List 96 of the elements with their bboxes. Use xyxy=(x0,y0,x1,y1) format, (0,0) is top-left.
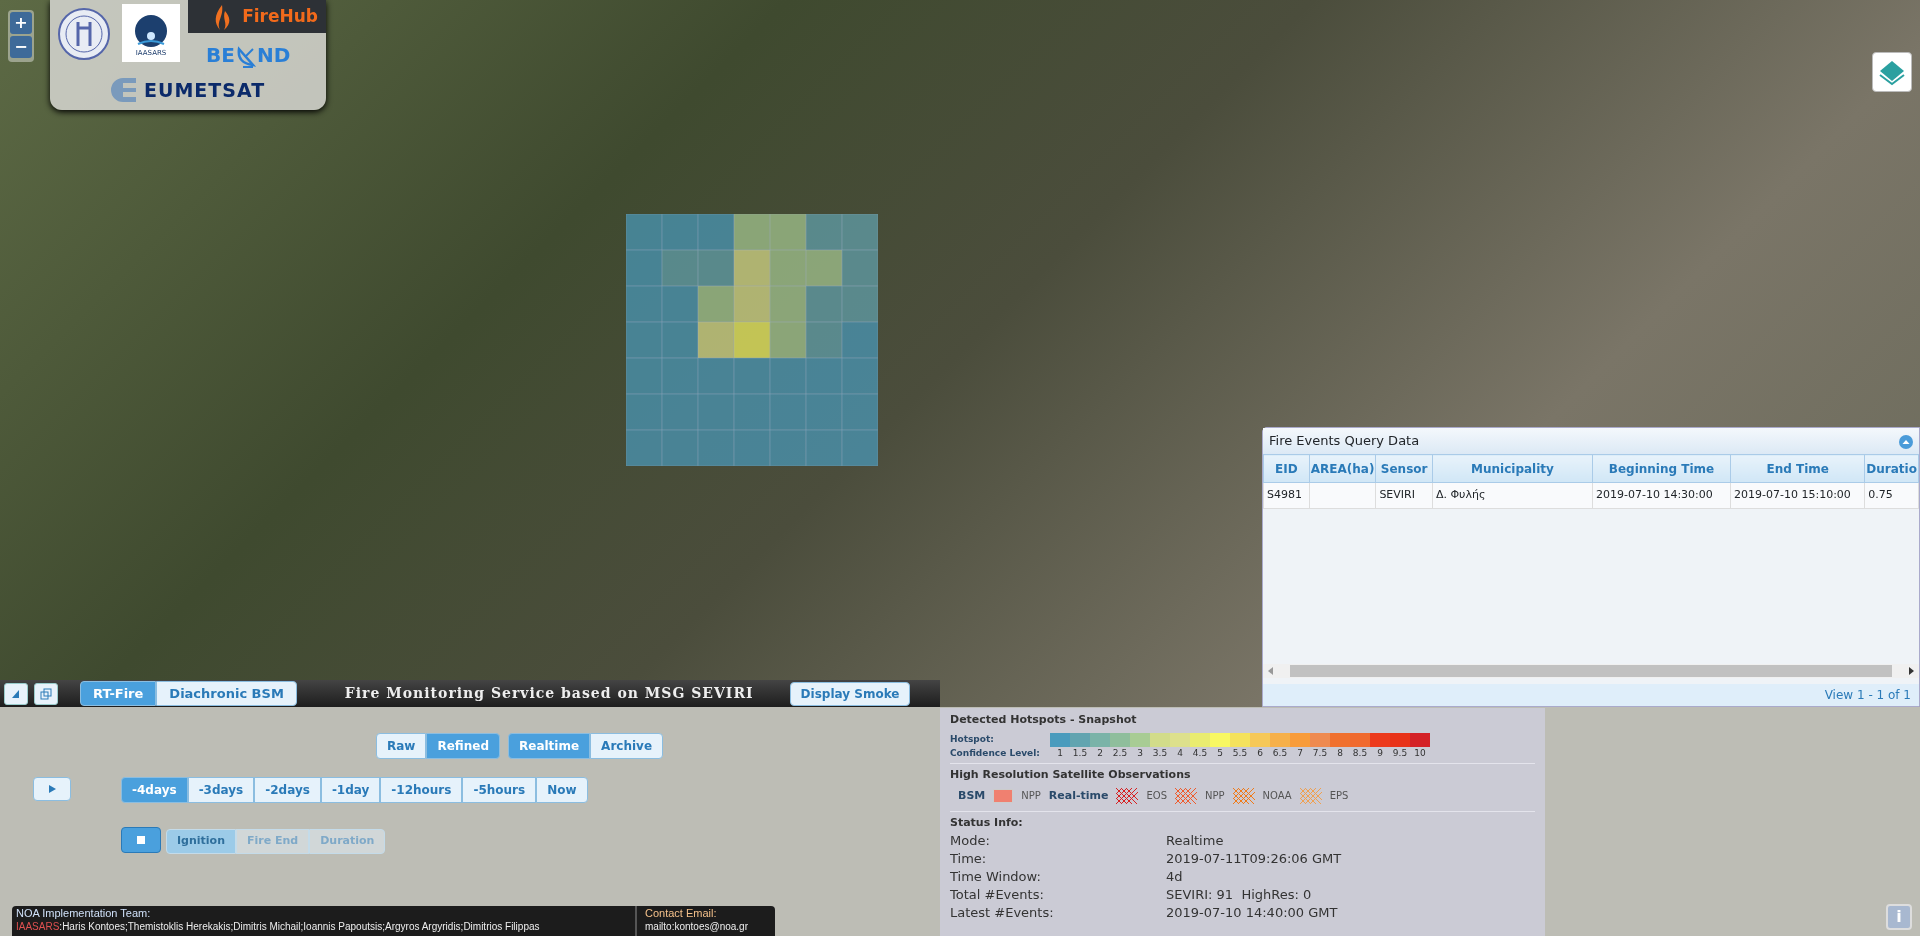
team-members: IAASARS:Haris Kontoes;Themistoklis Herekakis;Dimitris Michail;Ioannis Papoutsis;Argyros Argyridis;Dimitrios Filippas xyxy=(16,920,541,933)
toggle-button[interactable]: Ignition xyxy=(166,829,236,854)
scale-label: 5.5 xyxy=(1231,746,1249,760)
column-header[interactable]: Municipality xyxy=(1432,454,1593,483)
table-cell: 2019-07-10 14:30:00 xyxy=(1592,482,1731,509)
footer-title: NOA Implementation Team: xyxy=(16,907,152,920)
scale-label: 4.5 xyxy=(1191,746,1209,760)
legend-label: BSM xyxy=(958,787,986,804)
scale-label: 4 xyxy=(1176,746,1184,760)
pager-text: View 1 - 1 of 1 xyxy=(1263,684,1919,706)
service-title: Fire Monitoring Service based on MSG SEVIRI xyxy=(344,684,754,703)
toggle-button[interactable]: -3days xyxy=(187,777,255,803)
scale-label: 10 xyxy=(1413,746,1427,760)
toggle-button[interactable]: -12hours xyxy=(380,777,463,803)
toggle-button[interactable]: Archive xyxy=(590,733,664,759)
legend-label: EOS xyxy=(1146,789,1167,804)
legend-title: Status Info: xyxy=(950,815,1024,831)
table-cell: S4981 xyxy=(1263,482,1310,509)
scroll-right-icon[interactable] xyxy=(1906,666,1916,676)
legend-label: Hotspot: xyxy=(950,732,995,746)
logo-text: FireHub xyxy=(242,4,318,28)
scale-label: 9.5 xyxy=(1391,746,1409,760)
scale-label: 1 xyxy=(1056,746,1064,760)
play-icon xyxy=(47,784,57,794)
table-cell: Δ. Φυλής xyxy=(1432,482,1593,509)
layers-button[interactable] xyxy=(1872,52,1912,92)
toggle-button[interactable]: Realtime xyxy=(508,733,591,759)
toggle-button[interactable]: Raw xyxy=(376,733,427,759)
legend-label: Real-time xyxy=(1048,787,1109,804)
status-label: Time: xyxy=(950,849,988,868)
window-tool-button[interactable] xyxy=(34,682,58,705)
scale-label: 9 xyxy=(1376,746,1384,760)
logo-text: BE xyxy=(206,42,235,69)
scale-label: 7.5 xyxy=(1311,746,1329,760)
stop-button[interactable] xyxy=(121,827,161,853)
table-cell xyxy=(1309,482,1376,509)
legend-label: Confidence Level: xyxy=(950,746,1041,760)
toggle-button[interactable]: -5hours xyxy=(462,777,537,803)
column-header[interactable]: EID xyxy=(1263,454,1310,483)
scale-label: 8 xyxy=(1336,746,1344,760)
scale-label: 6 xyxy=(1256,746,1264,760)
column-header[interactable]: AREA(ha) xyxy=(1309,454,1376,483)
scale-label: 2 xyxy=(1096,746,1104,760)
status-value: SEVIRI: 91 HighRes: 0 xyxy=(1166,885,1313,904)
toggle-button[interactable]: -2days xyxy=(254,777,321,803)
scale-label: 5 xyxy=(1216,746,1224,760)
horizontal-scrollbar[interactable] xyxy=(1263,664,1919,678)
scroll-left-icon[interactable] xyxy=(1266,666,1276,676)
status-label: Mode: xyxy=(950,831,991,850)
status-label: Latest #Events: xyxy=(950,903,1055,922)
column-header[interactable]: Beginning Time xyxy=(1592,454,1731,483)
panel-title: Fire Events Query Data xyxy=(1269,432,1420,451)
status-label: Total #Events: xyxy=(950,885,1045,904)
status-value: 4d xyxy=(1166,867,1184,886)
toggle-button[interactable]: Refined xyxy=(426,733,500,759)
scale-label: 3.5 xyxy=(1151,746,1169,760)
status-label: Time Window: xyxy=(950,867,1042,886)
toggle-button[interactable]: Now xyxy=(536,777,588,803)
windows-icon xyxy=(40,687,52,700)
status-value: Realtime xyxy=(1166,831,1225,850)
contact-email-link[interactable]: mailto:kontoes@noa.gr xyxy=(645,920,767,933)
scale-label: 8.5 xyxy=(1351,746,1369,760)
toggle-button[interactable]: -4days xyxy=(121,777,188,803)
scale-label: 6.5 xyxy=(1271,746,1289,760)
scale-label: 2.5 xyxy=(1111,746,1129,760)
legend-title: High Resolution Satellite Observations xyxy=(950,767,1192,783)
scale-label: 3 xyxy=(1136,746,1144,760)
status-value: 2019-07-11T09:26:06 GMT xyxy=(1166,849,1343,868)
collapse-icon xyxy=(1899,434,1913,449)
legend-title: Detected Hotspots - Snapshot xyxy=(950,712,1138,728)
legend-label: EPS xyxy=(1329,789,1349,804)
status-value: 2019-07-10 14:40:00 GMT xyxy=(1166,903,1339,922)
seal-logo-icon xyxy=(58,8,110,60)
corner-arrow-icon xyxy=(11,688,21,699)
table-cell: 2019-07-10 15:10:00 xyxy=(1730,482,1865,509)
toggle-button[interactable]: -1day xyxy=(320,777,381,803)
select-tool-button[interactable] xyxy=(4,682,28,705)
scale-label: 7 xyxy=(1296,746,1304,760)
logo-text: ND xyxy=(256,42,291,69)
logo-text: EUMETSAT xyxy=(144,78,266,103)
scale-label: 1.5 xyxy=(1071,746,1089,760)
legend-label: NOAA xyxy=(1262,789,1292,804)
legend-label: NPP xyxy=(1021,789,1041,804)
footer-title: Contact Email: xyxy=(645,907,718,920)
zoom-out-button[interactable]: − xyxy=(10,36,32,58)
zoom-in-button[interactable]: + xyxy=(10,12,32,34)
play-button[interactable] xyxy=(33,777,71,801)
info-button[interactable]: i xyxy=(1886,904,1912,930)
column-header[interactable]: End Time xyxy=(1730,454,1865,483)
mode-tab[interactable]: Diachronic BSM xyxy=(156,680,297,707)
column-header[interactable]: Sensor xyxy=(1375,454,1433,483)
column-header[interactable]: Duratio xyxy=(1864,454,1919,483)
display-smoke-button[interactable]: Display Smoke xyxy=(789,681,911,706)
mode-tab[interactable]: RT-Fire xyxy=(80,680,157,707)
legend-label: NPP xyxy=(1205,789,1225,804)
stop-icon xyxy=(137,836,145,844)
